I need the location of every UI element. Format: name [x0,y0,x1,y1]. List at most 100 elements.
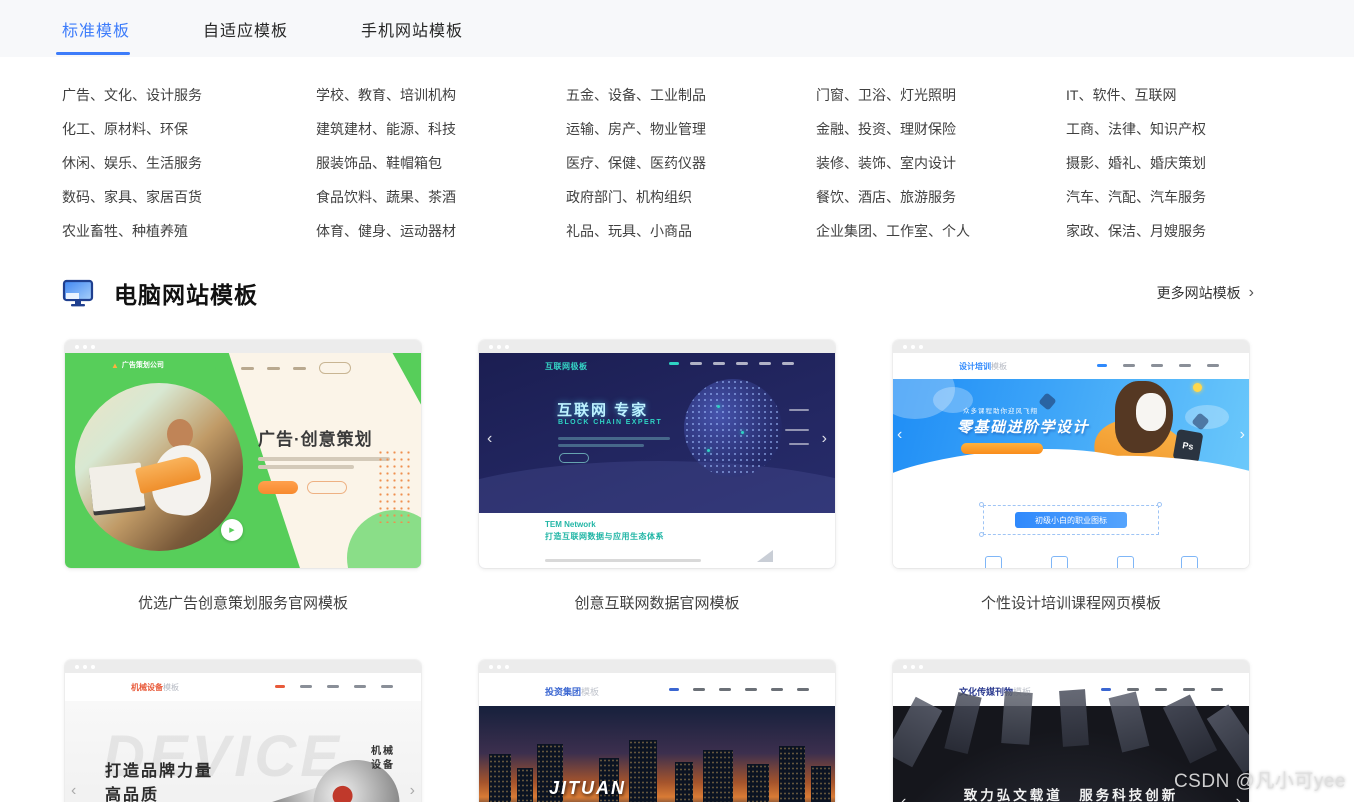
category-link[interactable]: 医疗、保健、医药仪器 [566,151,816,185]
carousel-next-arrow[interactable]: › [822,431,827,447]
template-caption[interactable]: 创意互联网数据官网模板 [479,592,835,613]
template-card-investment[interactable]: 投资集团模板 [479,660,835,802]
category-link[interactable]: 企业集团、工作室、个人 [816,219,1066,253]
tab-standard-template[interactable]: 标准模板 [62,0,130,57]
category-link[interactable]: 体育、健身、运动器材 [316,219,566,253]
floating-chip-shape [1038,392,1056,410]
nav-item-bar [669,688,679,691]
carousel-prev-arrow[interactable]: ‹ [901,794,906,802]
template-card-internet[interactable]: 互联网极板 互联网 专家 BLOCK CHAIN EXPERT [479,340,835,568]
nav-item-bar [354,685,366,688]
category-link[interactable]: 学校、教育、培训机构 [316,83,566,117]
carousel-prev-arrow[interactable]: ‹ [71,783,76,799]
browser-dot-icon [489,665,493,669]
category-link[interactable]: 摄影、婚礼、婚庆策划 [1066,151,1354,185]
book-shape [893,697,942,768]
nav-item-bar [736,362,748,365]
carousel-next-arrow[interactable]: › [1240,427,1245,443]
triangle-graphic [757,550,773,562]
book-shape [1059,689,1089,747]
category-link[interactable]: 餐饮、酒店、旅游服务 [816,185,1066,219]
template-cell-advertising: ▲ 广告策划公司 ▶ 广告·创意策划 [65,340,421,613]
category-link[interactable]: 五金、设备、工业制品 [566,83,816,117]
browser-dot-icon [919,665,923,669]
mini-nav-placeholder [215,362,351,374]
book-shape [1207,704,1249,773]
nav-item-bar [327,685,339,688]
nav-item-bar [1151,364,1163,367]
selection-handle [979,532,984,537]
template-caption[interactable]: 个性设计培训课程网页模板 [893,592,1249,613]
mini-hero-tagline: 众多课程助你迎风飞翔 [963,405,1038,415]
nav-item-bar [745,688,757,691]
template-card-grid: ▲ 广告策划公司 ▶ 广告·创意策划 [65,340,1354,802]
template-preview-investment: 投资集团模板 [479,673,835,802]
mini-site-logo: ▲ 广告策划公司 [111,360,164,370]
lightbulb-icon [1193,383,1202,392]
nav-item-bar [275,685,285,688]
browser-dot-icon [497,345,501,349]
category-link[interactable]: 政府部门、机构组织 [566,185,816,219]
template-card-advertising[interactable]: ▲ 广告策划公司 ▶ 广告·创意策划 [65,340,421,568]
browser-dot-icon [497,665,501,669]
browser-chrome-bar [479,340,835,353]
template-caption[interactable]: 优选广告创意策划服务官网模板 [65,592,421,613]
selection-handle [979,502,984,507]
category-link[interactable]: 食品饮料、蔬果、茶酒 [316,185,566,219]
category-link[interactable]: 汽车、汽配、汽车服务 [1066,185,1354,219]
nav-item-bar [1211,688,1223,691]
carousel-next-arrow[interactable]: › [410,783,415,799]
mini-hero-title: 零基础进阶学设计 [957,416,1089,437]
nav-item-bar [669,362,679,365]
mini-site-logo-text: 互联网极板 [545,361,588,372]
browser-dot-icon [83,665,87,669]
feature-icon-placeholder [985,556,1002,568]
nav-item-bar [300,685,312,688]
mini-nav-placeholder [669,688,809,691]
category-link[interactable]: 工商、法律、知识产权 [1066,117,1354,151]
category-link[interactable]: 建筑建材、能源、科技 [316,117,566,151]
tab-mobile-template[interactable]: 手机网站模板 [361,0,463,57]
category-link[interactable]: 休闲、娱乐、生活服务 [62,151,316,185]
play-button-icon: ▶ [221,519,243,541]
more-templates-link[interactable]: 更多网站模板 › [1157,283,1254,303]
hero-photo-circle [75,383,243,551]
tab-adaptive-template[interactable]: 自适应模板 [203,0,288,57]
carousel-prev-arrow[interactable]: ‹ [897,427,902,443]
template-card-machinery[interactable]: DEVICE 打造品牌力量 高品质 机械 设备 拥有资深专业技术团队 [65,660,421,802]
mini-hero-title-line2: 高品质 [105,781,159,802]
side-caption: 机械 设备 [371,745,395,773]
category-link[interactable]: 化工、原材料、环保 [62,117,316,151]
category-link[interactable]: IT、软件、互联网 [1066,83,1354,117]
category-grid: 广告、文化、设计服务 化工、原材料、环保 休闲、娱乐、生活服务 数码、家具、家居… [62,83,1354,253]
category-link[interactable]: 数码、家具、家居百货 [62,185,316,219]
category-link[interactable]: 家政、保洁、月嫂服务 [1066,219,1354,253]
mini-site-header: 机械设备模板 [65,673,421,701]
category-link[interactable]: 运输、房产、物业管理 [566,117,816,151]
hero-banner: DEVICE 打造品牌力量 高品质 机械 设备 拥有资深专业技术团队 [65,701,421,802]
browser-dot-icon [919,345,923,349]
footer-subtitle: 打造互联网数据与应用生态体系 [545,531,664,542]
browser-dot-icon [75,345,79,349]
book-shape [1001,691,1033,745]
building-silhouette [675,762,693,802]
hero-banner: 互联网极板 互联网 专家 BLOCK CHAIN EXPERT [479,353,835,513]
category-link[interactable]: 门窗、卫浴、灯光照明 [816,83,1066,117]
nav-item-bar [782,362,794,365]
template-card-design-training[interactable]: 设计培训模板 [893,340,1249,568]
browser-chrome-bar [479,660,835,673]
template-preview-advertising: ▲ 广告策划公司 ▶ 广告·创意策划 [65,353,421,568]
logo-primary-text: 设计培训 [959,362,991,371]
category-link[interactable]: 农业畜牲、种植养殖 [62,219,316,253]
carousel-next-arrow[interactable]: › [1236,794,1241,802]
mini-site-logo-text: 机械设备模板 [131,682,179,693]
carousel-prev-arrow[interactable]: ‹ [487,431,492,447]
category-link[interactable]: 金融、投资、理财保险 [816,117,1066,151]
category-link[interactable]: 广告、文化、设计服务 [62,83,316,117]
category-link[interactable]: 服装饰品、鞋帽箱包 [316,151,566,185]
mini-site-logo-text: 设计培训模板 [959,361,1007,372]
category-link[interactable]: 礼品、玩具、小商品 [566,219,816,253]
nav-item-bar [293,367,306,370]
category-link[interactable]: 装修、装饰、室内设计 [816,151,1066,185]
nav-item-bar [690,362,702,365]
